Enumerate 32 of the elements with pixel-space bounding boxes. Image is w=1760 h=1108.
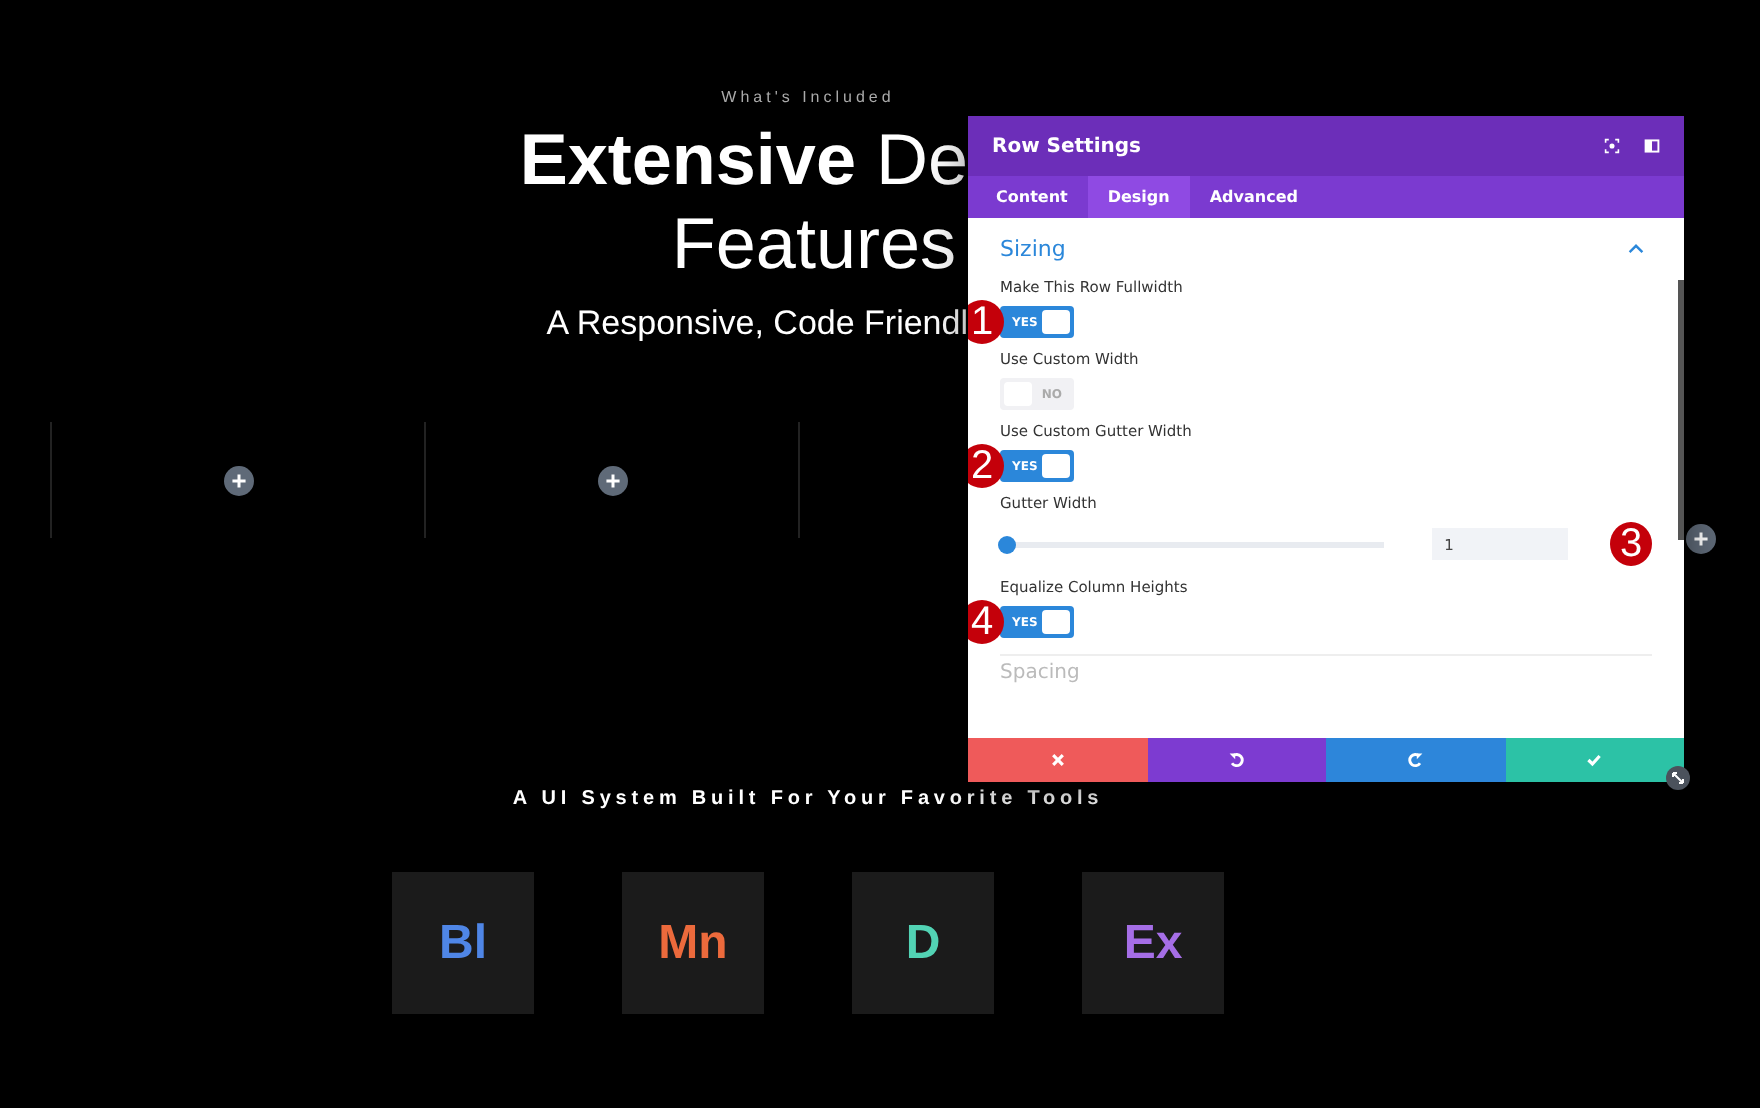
subtitle: A Responsive, Code Friendl <box>546 302 968 346</box>
tab[interactable]: Content <box>976 176 1088 218</box>
section-title[interactable]: Sizing <box>1000 235 1066 261</box>
section-title[interactable]: Spacing <box>1000 654 1652 684</box>
headline: Features <box>671 202 958 286</box>
step-marker: 2 <box>968 444 1004 488</box>
headline: Extensive De <box>519 118 968 202</box>
tab[interactable]: Design <box>1087 176 1190 218</box>
tile-label: Mn <box>658 915 728 971</box>
add-icon[interactable] <box>597 465 627 495</box>
slider-thumb[interactable] <box>998 535 1016 553</box>
undo-icon <box>1228 752 1245 768</box>
tab[interactable]: Advanced <box>1189 176 1318 218</box>
add-icon[interactable] <box>1686 524 1716 554</box>
tile-label: Ex <box>1123 915 1183 971</box>
tile-label: D <box>905 915 941 971</box>
check-icon <box>1586 752 1603 768</box>
step-marker: 3 <box>1610 522 1652 566</box>
step-marker: 4 <box>968 600 1004 644</box>
fullscreen-icon[interactable] <box>1604 138 1620 154</box>
section-heading: A UI System Built For Your Favorite Tools <box>512 788 1104 810</box>
redo-icon <box>1407 752 1424 768</box>
close-icon <box>1049 752 1066 768</box>
save-button[interactable] <box>1505 738 1684 782</box>
add-icon[interactable] <box>223 465 253 495</box>
sidebar-icon[interactable] <box>1644 138 1660 154</box>
resize-icon[interactable] <box>1666 766 1690 790</box>
panel-title: Row Settings <box>992 135 1143 157</box>
chevron-icon[interactable] <box>1628 243 1644 253</box>
step-marker: 1 <box>968 300 1004 344</box>
tile-label: Bl <box>439 915 487 971</box>
eyebrow-text: What's Included <box>721 86 895 106</box>
